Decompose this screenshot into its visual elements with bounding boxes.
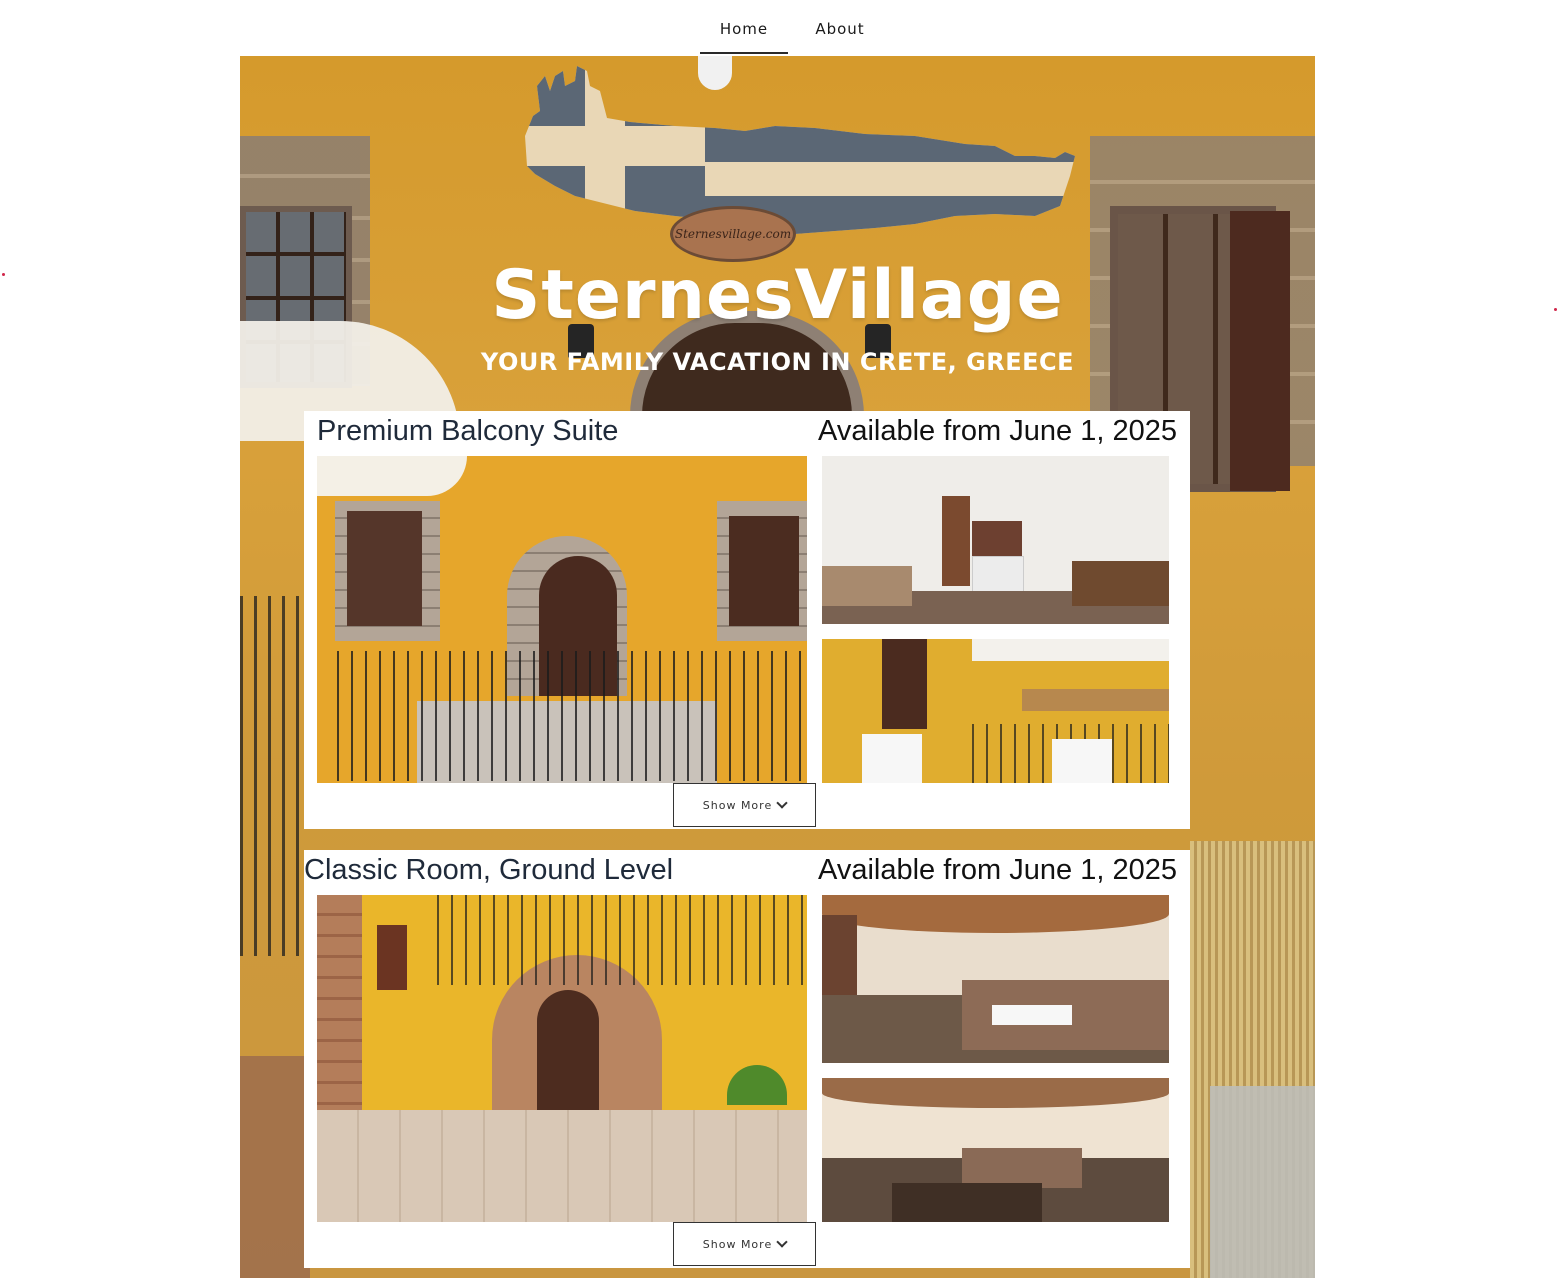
- listing-availability: Available from June 1, 2025: [818, 854, 1177, 886]
- listing-photo-balcony[interactable]: [822, 639, 1169, 783]
- listing-card: Classic Room, Ground Level Available fro…: [304, 850, 1190, 1268]
- listing-availability: Available from June 1, 2025: [818, 415, 1177, 447]
- terrace-floor: [1210, 1086, 1315, 1278]
- listing-photo-main[interactable]: [317, 456, 807, 783]
- chevron-down-icon: [776, 797, 788, 809]
- listing-title: Classic Room, Ground Level: [304, 854, 674, 886]
- stone-pillar: [240, 1056, 310, 1278]
- listing-photo-main[interactable]: [317, 895, 807, 1222]
- site-title: SternesVillage: [491, 256, 1064, 335]
- listing-title: Premium Balcony Suite: [317, 415, 619, 447]
- railing-left: [240, 596, 310, 956]
- listing-card: Premium Balcony Suite Available from Jun…: [304, 411, 1190, 829]
- edge-marker-right: [1554, 308, 1557, 311]
- crete-flag-map-logo: [525, 66, 1075, 234]
- site-tagline: YOUR FAMILY VACATION IN CRETE, GREECE: [480, 348, 1075, 376]
- listing-photo-dining[interactable]: [822, 1078, 1169, 1222]
- edge-marker-left: [2, 273, 5, 276]
- listing-photo-interior[interactable]: [822, 456, 1169, 624]
- show-more-button[interactable]: Show More: [673, 1222, 816, 1266]
- sign-plaque: Sternesvillage.com: [670, 206, 796, 262]
- chevron-down-icon: [776, 1236, 788, 1248]
- listing-photo-bedroom[interactable]: [822, 895, 1169, 1063]
- top-navigation: Home About: [0, 0, 1559, 56]
- show-more-button[interactable]: Show More: [673, 783, 816, 827]
- show-more-label: Show More: [702, 1237, 773, 1251]
- nav-item-about[interactable]: About: [800, 20, 880, 52]
- show-more-label: Show More: [702, 798, 773, 812]
- nav-item-home[interactable]: Home: [700, 20, 788, 54]
